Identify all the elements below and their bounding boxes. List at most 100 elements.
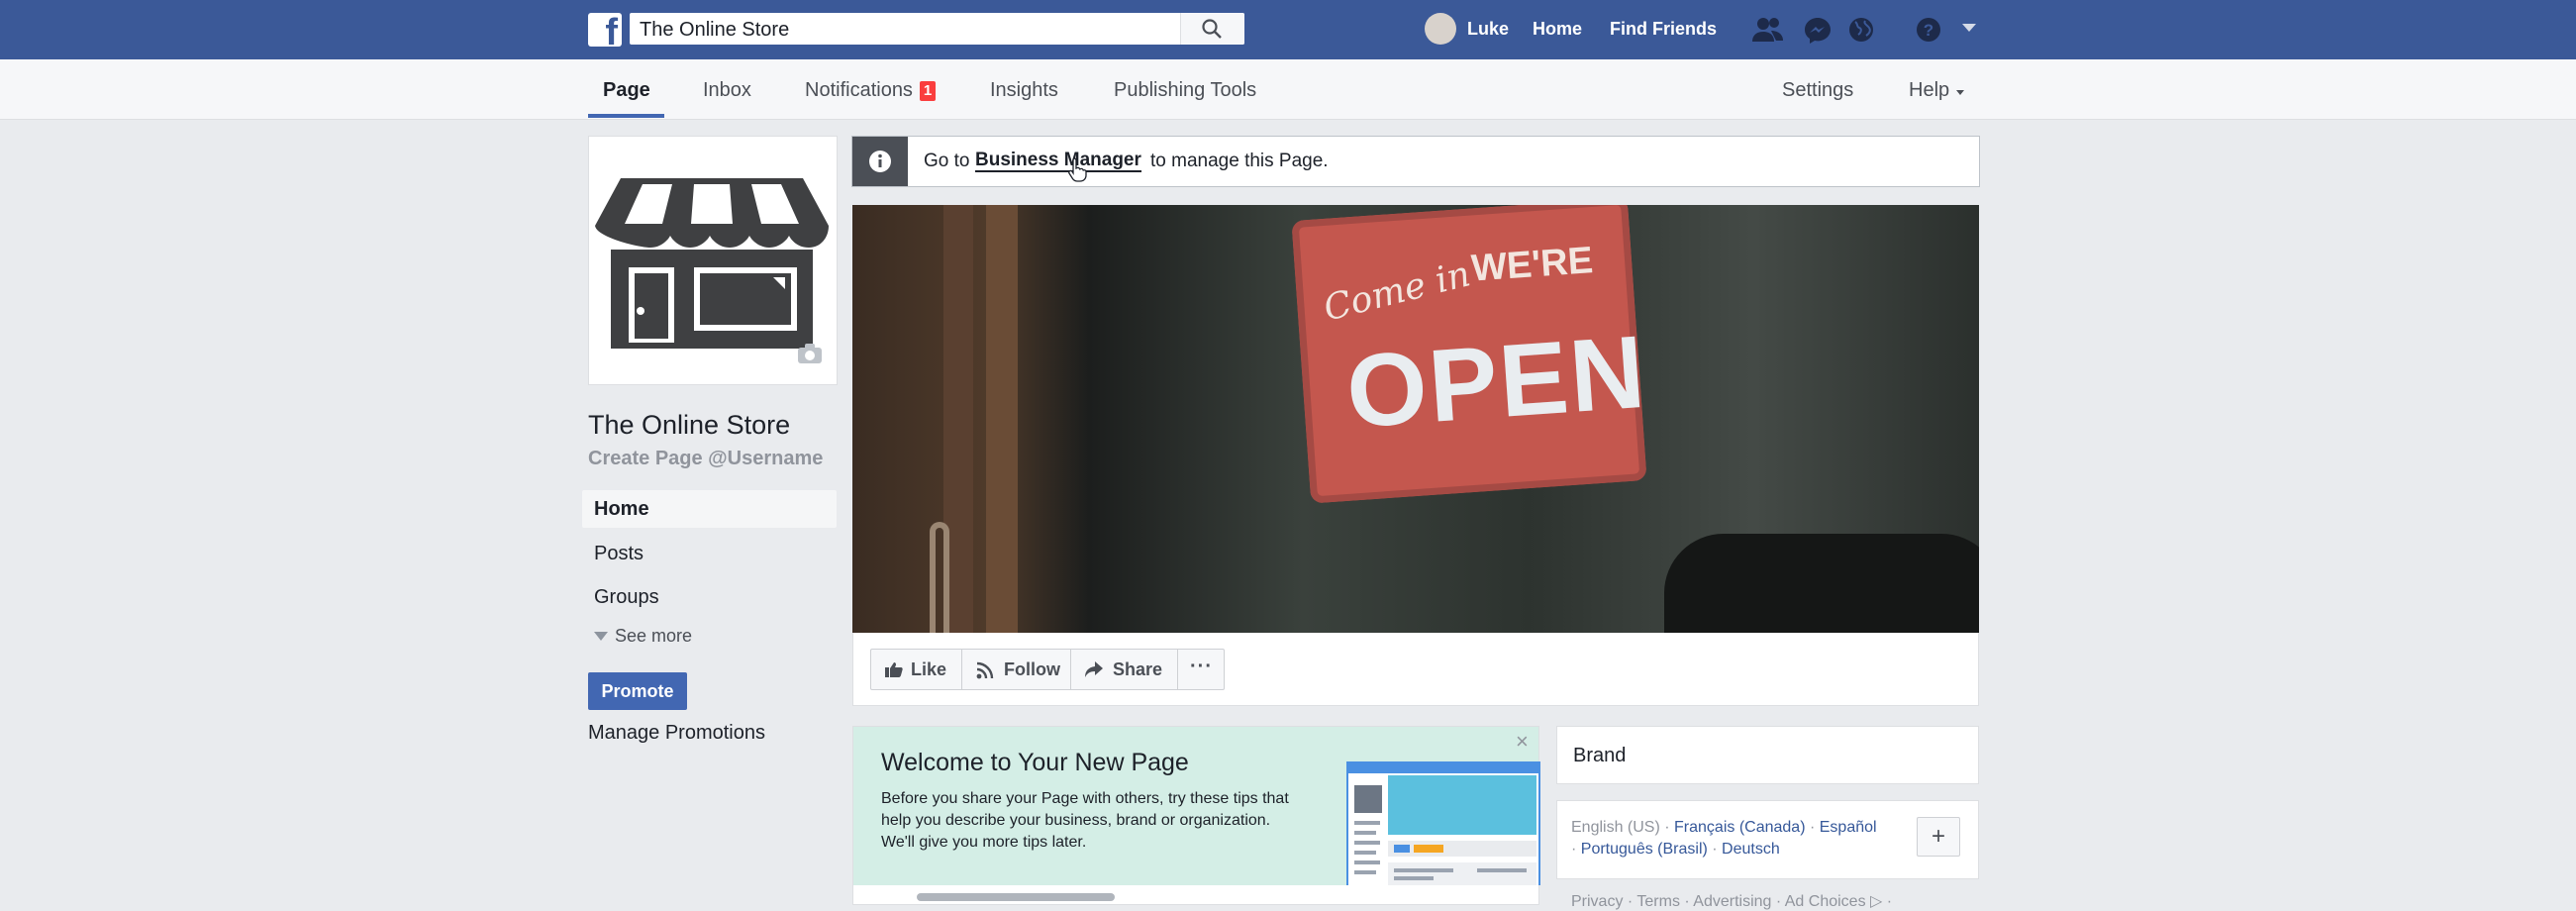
cover-car-silhouette [1664, 534, 1979, 633]
illustration-header [1348, 763, 1538, 773]
welcome-description: Before you share your Page with others, … [881, 790, 1289, 851]
page-action-buttons: Like Follow Share ··· [870, 649, 1225, 690]
open-sign-script-text: Come in [1319, 253, 1475, 330]
find-friends-link[interactable]: Find Friends [1610, 19, 1717, 40]
search-input-value: The Online Store [640, 19, 790, 41]
illustration-line [1354, 870, 1376, 874]
welcome-card-header: Welcome to Your New Page Before you shar… [853, 727, 1540, 885]
language-list-line: · Português (Brasil) · Deutsch [1571, 841, 1780, 859]
notice-text-suffix: to manage this Page. [1150, 151, 1329, 171]
hand-cursor-icon [1068, 157, 1087, 182]
cover-door-handle [930, 522, 949, 633]
top-navigation-bar [0, 0, 2576, 59]
language-current: English (US) · [1571, 819, 1675, 836]
footer-links[interactable]: Privacy · Terms · Advertising · Ad Choic… [1571, 891, 1892, 911]
see-more-link[interactable]: See more [615, 626, 692, 647]
illustration-line [1394, 876, 1434, 880]
language-separator: · [1805, 819, 1820, 836]
share-button-label: Share [1113, 659, 1163, 679]
page-preview-illustration [1346, 761, 1540, 885]
help-caret-icon [1956, 90, 1964, 95]
language-separator: · [1707, 841, 1723, 858]
illustration-content [1388, 862, 1536, 885]
close-icon[interactable]: × [1516, 729, 1529, 755]
create-username-link[interactable]: Create Page @Username [588, 448, 823, 470]
language-link-portuguese[interactable]: Português (Brasil) [1581, 841, 1708, 858]
tab-insights[interactable]: Insights [990, 79, 1058, 102]
cover-door-frame [986, 205, 1018, 633]
language-link-french[interactable]: Français (Canada) [1674, 819, 1806, 836]
welcome-title: Welcome to Your New Page [881, 749, 1189, 776]
notice-icon-box [852, 137, 908, 186]
camera-icon[interactable] [797, 343, 823, 364]
account-menu-caret-icon[interactable] [1962, 24, 1976, 32]
promote-button[interactable]: Promote [588, 672, 687, 710]
notifications-globe-icon[interactable] [1847, 16, 1875, 44]
page-tabs-bar [0, 59, 2576, 120]
sidebar-item-groups[interactable]: Groups [594, 586, 659, 609]
illustration-line [1394, 868, 1453, 872]
facebook-logo[interactable]: f [588, 13, 622, 51]
tab-notifications[interactable]: Notifications [805, 79, 913, 102]
messenger-icon[interactable] [1803, 16, 1833, 46]
facebook-logo-letter: f [605, 12, 618, 53]
search-button[interactable] [1180, 13, 1244, 45]
search-icon [1202, 19, 1222, 39]
active-tab-indicator [588, 114, 664, 118]
page-category-box: Brand [1556, 726, 1979, 784]
like-button[interactable]: Like [871, 650, 962, 689]
illustration-line [1354, 821, 1380, 825]
illustration-cover [1388, 775, 1536, 835]
tab-settings[interactable]: Settings [1782, 79, 1853, 102]
add-language-button[interactable]: + [1917, 817, 1960, 857]
illustration-button [1414, 845, 1443, 853]
illustration-line [1354, 841, 1380, 845]
illustration-line [1354, 860, 1380, 864]
illustration-button [1394, 845, 1410, 853]
open-sign-open-text: OPEN [1342, 314, 1650, 451]
sidebar-item-home[interactable]: Home [594, 498, 649, 521]
help-icon[interactable]: ? [1915, 16, 1942, 44]
welcome-card: Welcome to Your New Page Before you shar… [852, 726, 1540, 905]
thumbs-up-icon [885, 662, 903, 677]
share-arrow-icon [1085, 661, 1103, 677]
illustration-line [1477, 868, 1527, 872]
illustration-actionbar [1388, 841, 1536, 857]
business-manager-notice: Go to Business Manager to manage this Pa… [851, 136, 1980, 187]
home-link[interactable]: Home [1533, 19, 1582, 40]
sidebar-item-posts[interactable]: Posts [594, 543, 644, 565]
illustration-line [1354, 831, 1376, 835]
notice-text-prefix: Go to [924, 151, 970, 171]
like-button-label: Like [911, 659, 947, 679]
page-name[interactable]: The Online Store [588, 410, 790, 441]
more-dots-icon: ··· [1190, 656, 1213, 677]
chevron-down-icon [594, 632, 608, 641]
notification-count-badge: 1 [920, 81, 936, 101]
tab-page[interactable]: Page [603, 79, 650, 102]
tab-help[interactable]: Help [1909, 79, 1949, 102]
language-link-german[interactable]: Deutsch [1722, 841, 1780, 858]
business-manager-link[interactable]: Business Manager [975, 151, 1141, 172]
friend-requests-icon[interactable] [1751, 16, 1785, 44]
storefront-icon [595, 178, 829, 349]
cover-photo[interactable]: Come in WE'RE OPEN [852, 205, 1979, 633]
manage-promotions-link[interactable]: Manage Promotions [588, 722, 765, 745]
profile-link[interactable]: Luke [1467, 19, 1509, 40]
info-icon [869, 151, 891, 172]
language-separator: · [1571, 841, 1581, 858]
svg-text:?: ? [1924, 21, 1933, 40]
avatar[interactable] [1425, 13, 1456, 45]
tab-inbox[interactable]: Inbox [703, 79, 751, 102]
follow-button-label: Follow [1004, 659, 1060, 679]
tab-publishing-tools[interactable]: Publishing Tools [1114, 79, 1256, 102]
page-category[interactable]: Brand [1573, 745, 1626, 767]
rss-icon [976, 661, 994, 679]
language-selector-box: English (US) · Français (Canada) · Españ… [1556, 800, 1979, 879]
more-options-button[interactable]: ··· [1178, 650, 1222, 689]
search-input[interactable]: The Online Store [630, 13, 1244, 45]
language-link-spanish[interactable]: Español [1820, 819, 1877, 836]
page-profile-picture[interactable] [588, 136, 838, 385]
follow-button[interactable]: Follow [962, 650, 1071, 689]
share-button[interactable]: Share [1071, 650, 1178, 689]
illustration-line [1354, 851, 1376, 855]
